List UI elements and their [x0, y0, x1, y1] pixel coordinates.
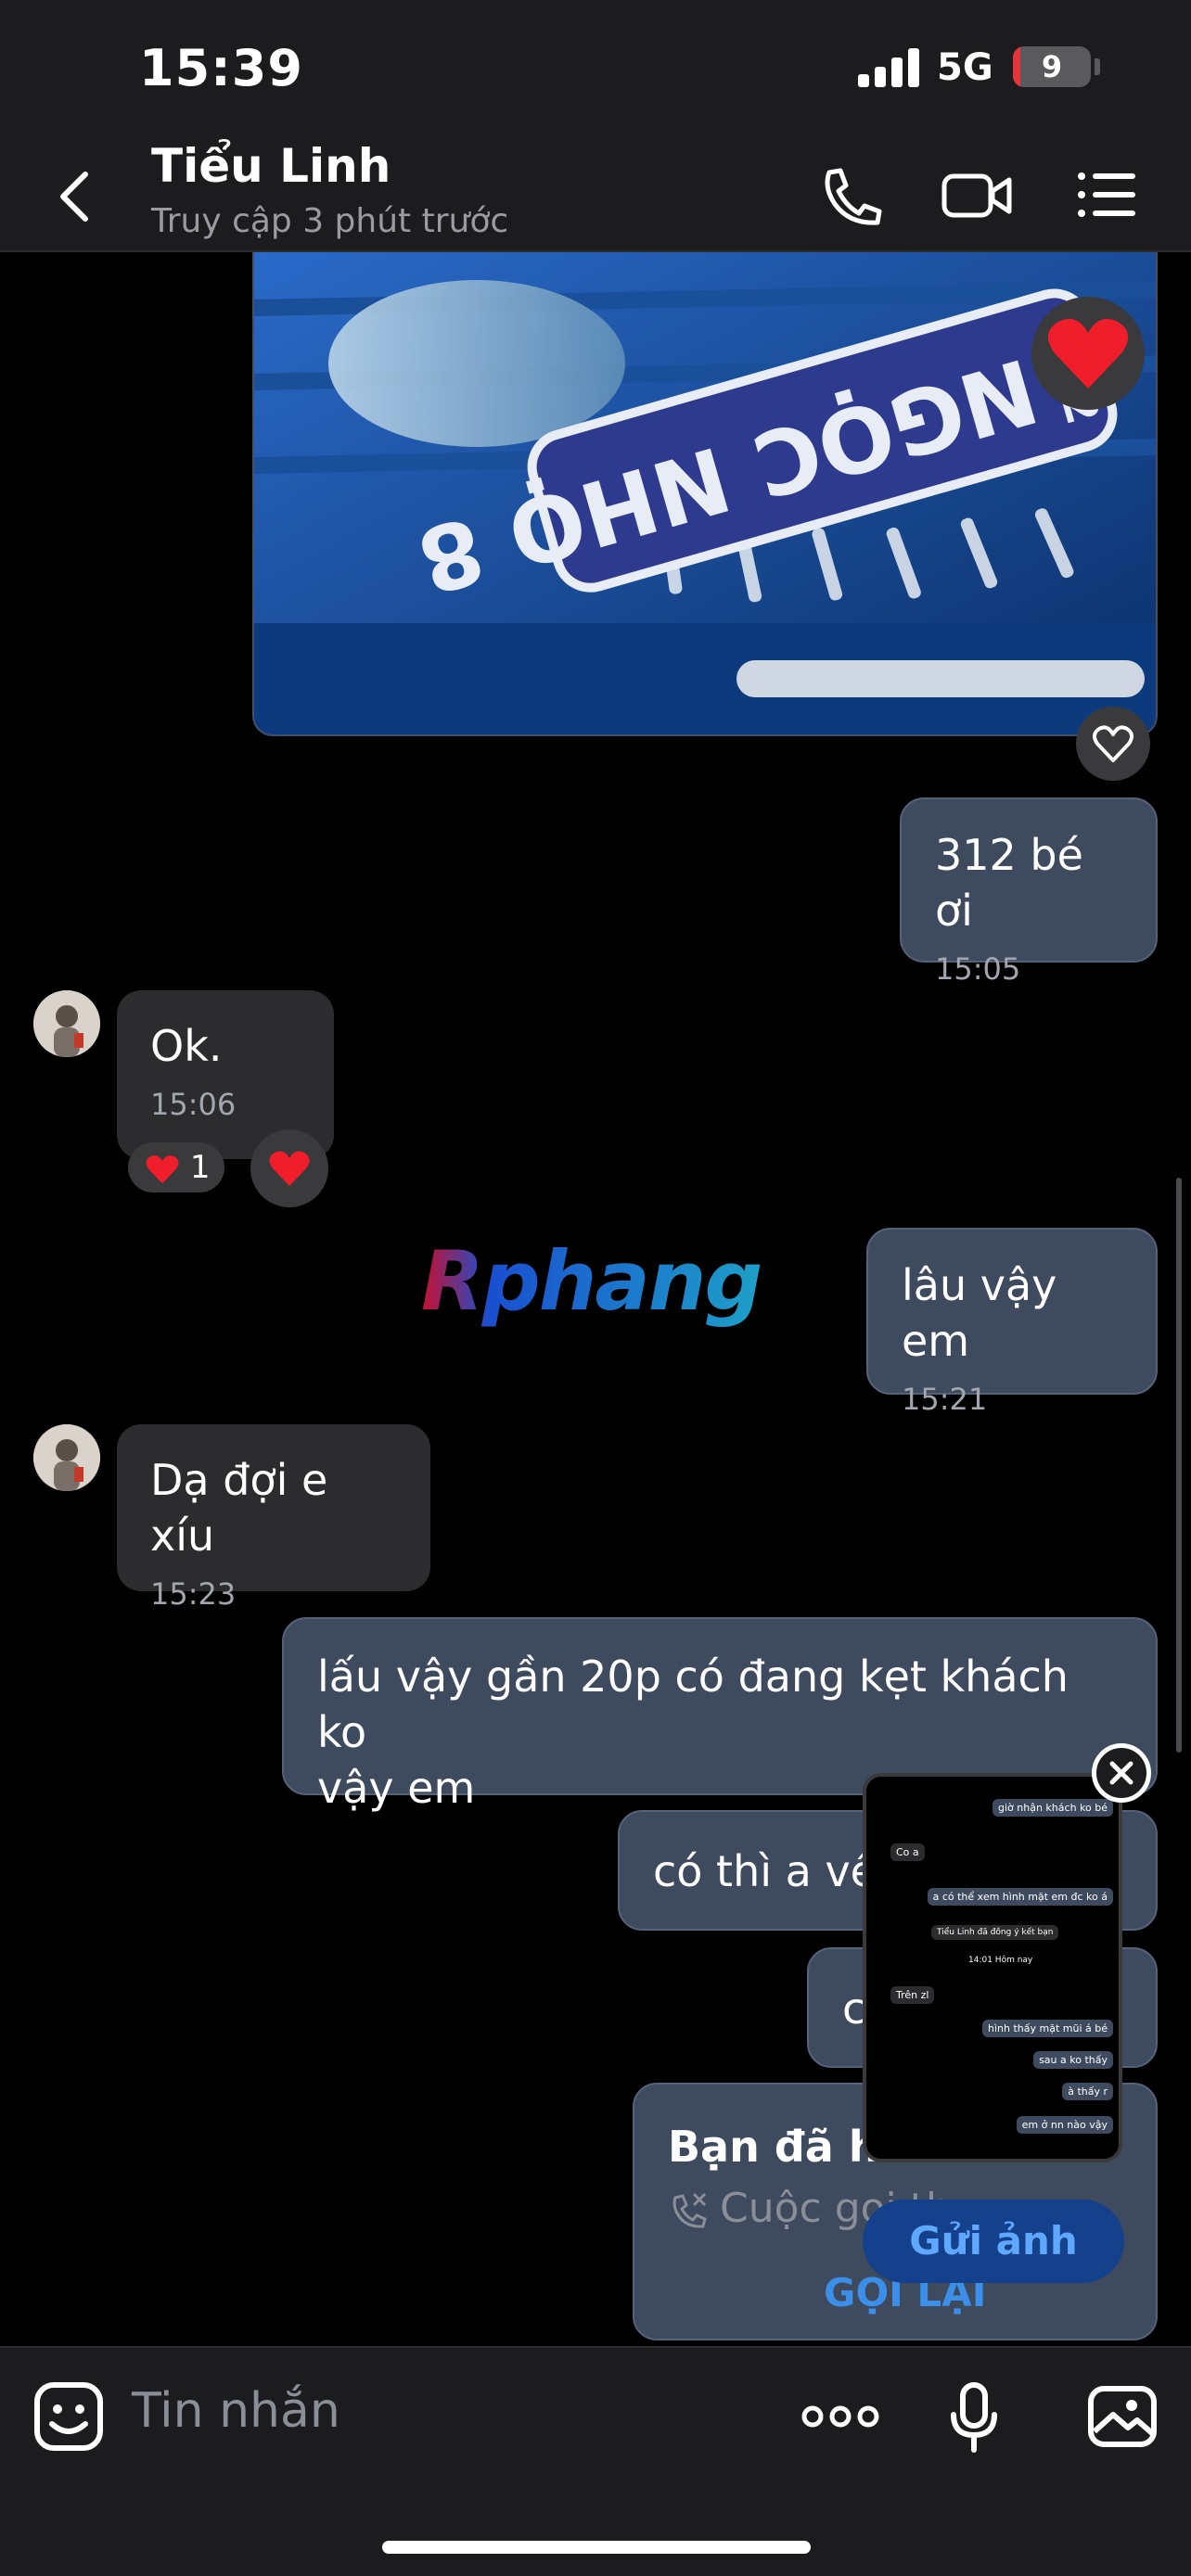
- reaction-count: 1: [189, 1149, 211, 1186]
- home-indicator[interactable]: [382, 2541, 811, 2554]
- sticker-icon[interactable]: [32, 2379, 106, 2454]
- status-bar: 15:39 5G 9: [0, 0, 1191, 130]
- missed-call-icon: [672, 2192, 707, 2228]
- more-icon[interactable]: [801, 2379, 879, 2454]
- contact-avatar[interactable]: [33, 1424, 100, 1491]
- message-text: 312 bé ơi: [935, 830, 1097, 936]
- gallery-icon[interactable]: [1085, 2379, 1159, 2454]
- watermark-logo: Rphang: [417, 1233, 788, 1358]
- menu-icon[interactable]: [1074, 163, 1148, 228]
- preview-message: à thấy r: [1062, 2083, 1113, 2100]
- message-bubble-out[interactable]: lâu vậy em 15:21: [866, 1228, 1158, 1417]
- preview-message: Tiểu Linh đã đồng ý kết bạn: [931, 1925, 1059, 1940]
- preview-message: sau a ko thấy: [1033, 2051, 1113, 2069]
- message-text: Dạ đợi e xíu: [150, 1455, 341, 1561]
- photo-message[interactable]: NGỌC NHỌ 8 312: [252, 252, 1158, 736]
- message-time: 15:21: [902, 1382, 988, 1417]
- heart-icon: [1047, 318, 1129, 389]
- preview-message: Trên zl: [890, 1986, 935, 2004]
- phone-icon[interactable]: [813, 163, 887, 228]
- scrollbar[interactable]: [1176, 1178, 1182, 1753]
- heart-reaction-button[interactable]: [250, 1129, 328, 1207]
- chat-screen: 15:39 5G 9 Tiểu Linh Truy cập 3 phút trư…: [0, 0, 1191, 2576]
- preview-message: hình thấy mặt mũi á bé: [982, 2020, 1113, 2037]
- reaction-count-badge[interactable]: 1: [128, 1142, 224, 1192]
- photo-image: NGỌC NHỌ 8 312: [254, 252, 1156, 734]
- preview-message: a có thể xem hình mặt em đc ko á: [927, 1888, 1113, 1906]
- video-call-icon[interactable]: [941, 163, 1015, 228]
- contact-name[interactable]: Tiểu Linh: [151, 139, 391, 193]
- status-time: 15:39: [139, 39, 303, 97]
- preview-message: em ở nn nào vậy: [1016, 2116, 1113, 2134]
- preview-message: Co a: [890, 1843, 925, 1861]
- microphone-icon[interactable]: [946, 2379, 1002, 2454]
- battery-level: 9: [1041, 49, 1063, 84]
- heart-outline-icon: [1093, 725, 1133, 762]
- message-time: 15:05: [935, 951, 1021, 987]
- message-bubble-out[interactable]: 312 bé ơi 15:05: [900, 797, 1158, 987]
- watermark-image: Rphang: [421, 1233, 762, 1329]
- message-text: lâu vậy em: [902, 1260, 1071, 1366]
- heart-icon: [269, 1151, 310, 1186]
- signal-icon: [858, 48, 919, 87]
- svg-text:Rphang: Rphang: [421, 1233, 761, 1329]
- battery-icon: 9: [1013, 46, 1091, 87]
- message-text: Ok.: [150, 1021, 223, 1071]
- preview-message: giờ nhận khách ko bé: [992, 1799, 1113, 1817]
- message-time: 15:23: [150, 1576, 237, 1612]
- heart-icon: [146, 1154, 179, 1183]
- message-bubble-out[interactable]: lấu vậy gần 20p có đang kẹt khách ko vậy…: [282, 1617, 1158, 1813]
- battery-tip: [1095, 58, 1100, 75]
- message-time: 15:06: [150, 1087, 237, 1122]
- message-bubble-in[interactable]: Dạ đợi e xíu 15:23: [117, 1424, 430, 1612]
- close-preview-button[interactable]: [1092, 1743, 1151, 1803]
- contact-avatar[interactable]: [33, 990, 100, 1057]
- last-seen: Truy cập 3 phút trước: [151, 202, 509, 240]
- heart-reaction-button[interactable]: [1031, 297, 1145, 410]
- close-icon: [1109, 1761, 1133, 1785]
- back-icon[interactable]: [56, 169, 93, 224]
- react-button[interactable]: [1076, 707, 1150, 781]
- avatar-image: [33, 990, 100, 1057]
- chat-header: Tiểu Linh Truy cập 3 phút trước: [0, 130, 1191, 252]
- preview-message: 14:01 Hôm nay: [968, 1956, 1033, 1965]
- message-input[interactable]: Tin nhắn: [132, 2383, 340, 2439]
- network-type: 5G: [937, 46, 993, 89]
- screenshot-preview[interactable]: giờ nhận khách ko bé Co a a có thể xem h…: [863, 1773, 1122, 2162]
- avatar-image: [33, 1424, 100, 1491]
- send-photo-button[interactable]: Gửi ảnh: [863, 2200, 1124, 2283]
